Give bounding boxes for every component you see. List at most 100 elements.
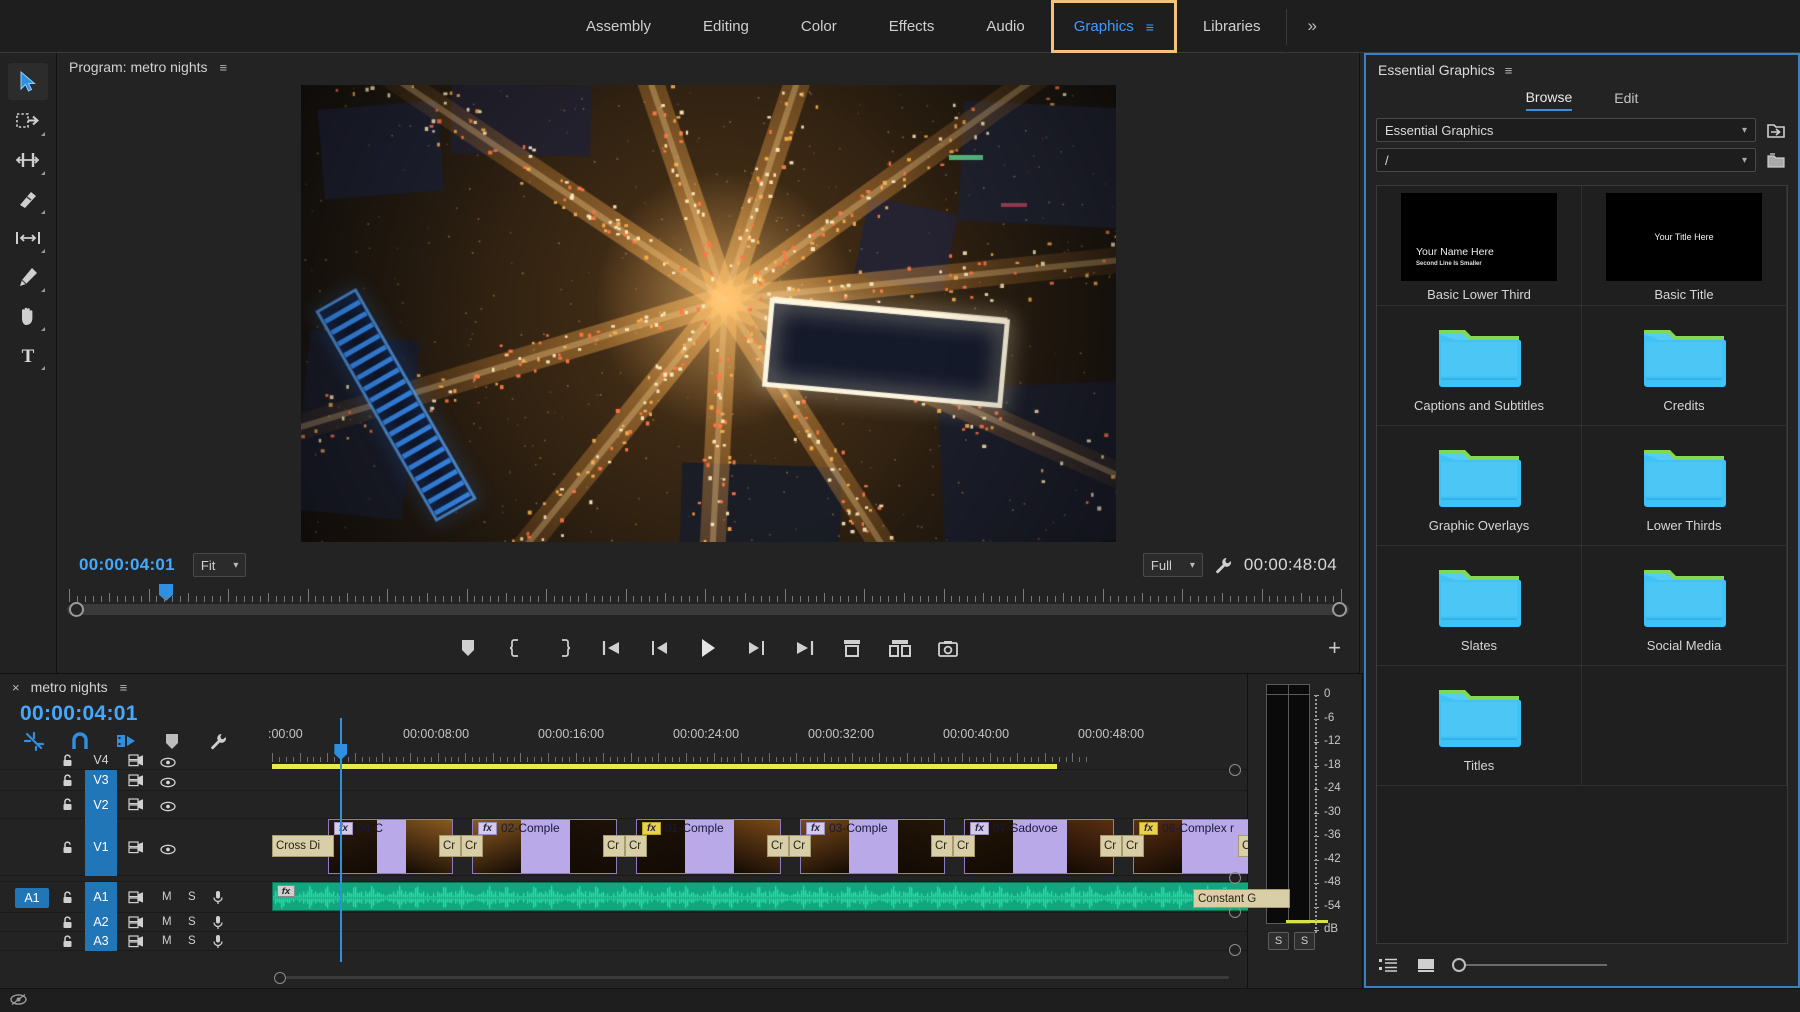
- eg-item-lower-thirds[interactable]: Lower Thirds: [1582, 426, 1787, 546]
- audio-clip-fx-badge[interactable]: fx: [277, 885, 295, 897]
- add-marker-icon[interactable]: [160, 730, 184, 752]
- eg-item-basic-lower-third[interactable]: Your Name HereSecond Line Is SmallerBasi…: [1377, 186, 1582, 306]
- pen-tool[interactable]: [8, 258, 48, 295]
- thumbnail-zoom-knob[interactable]: [1452, 958, 1466, 972]
- ripple-edit-tool[interactable]: [8, 141, 48, 178]
- snap-toggle-icon[interactable]: [68, 730, 92, 752]
- clip-fx-badge[interactable]: fx: [334, 822, 353, 835]
- sync-lock-icon[interactable]: [128, 891, 144, 909]
- audio-gain-transition[interactable]: Constant G: [1193, 889, 1290, 908]
- scrubber-zoom-handle-right[interactable]: [1332, 602, 1347, 617]
- lock-icon[interactable]: [62, 891, 73, 907]
- track-area-A2[interactable]: [272, 913, 1247, 931]
- mute-button-A2[interactable]: M: [162, 916, 172, 928]
- mark-in-button[interactable]: [502, 634, 530, 662]
- timeline-transition[interactable]: Cr: [603, 835, 625, 857]
- timeline-clip[interactable]: fx04-C: [328, 819, 453, 874]
- sync-lock-icon[interactable]: [128, 798, 144, 816]
- track-height-handle[interactable]: [1229, 764, 1241, 776]
- export-frame-button[interactable]: [934, 634, 962, 662]
- timeline-audio-clip[interactable]: fx Constant G: [272, 882, 1292, 911]
- track-area-V4[interactable]: [272, 752, 1247, 769]
- timeline-clip[interactable]: fx03-Comple: [800, 819, 945, 874]
- timeline-transition[interactable]: Cr: [1100, 835, 1122, 857]
- eg-item-captions-and-subtitles[interactable]: Captions and Subtitles: [1377, 306, 1582, 426]
- razor-tool[interactable]: [8, 180, 48, 217]
- program-monitor-menu-icon[interactable]: ≡: [220, 60, 228, 75]
- clip-fx-badge[interactable]: fx: [642, 822, 661, 835]
- solo-button-A2[interactable]: S: [188, 916, 196, 928]
- track-area-V3[interactable]: [272, 770, 1247, 790]
- mute-button-A1[interactable]: M: [162, 891, 172, 903]
- voice-over-icon[interactable]: [212, 934, 224, 954]
- lock-icon[interactable]: [62, 916, 73, 932]
- timeline-clip[interactable]: fx02-Comple: [472, 819, 617, 874]
- wrench-icon[interactable]: [1215, 557, 1232, 574]
- linked-selection-toggle-icon[interactable]: [114, 730, 138, 752]
- sync-lock-icon[interactable]: [128, 841, 144, 859]
- scrubber-playhead[interactable]: [159, 584, 173, 601]
- track-area-A1[interactable]: fxConstant G: [272, 882, 1247, 912]
- lock-icon[interactable]: [62, 798, 73, 814]
- play-stop-button[interactable]: [694, 634, 722, 662]
- track-output-eye-icon[interactable]: [160, 775, 176, 793]
- timeline-transition[interactable]: Cross Di: [272, 835, 334, 857]
- type-tool[interactable]: T: [8, 336, 48, 373]
- timeline-transition[interactable]: Cr: [461, 835, 483, 857]
- timeline-transition[interactable]: Cr: [953, 835, 975, 857]
- clip-fx-badge[interactable]: fx: [806, 822, 825, 835]
- selection-tool[interactable]: [8, 63, 48, 100]
- track-name-A3[interactable]: A3: [85, 932, 117, 951]
- add-marker-button[interactable]: [454, 634, 482, 662]
- track-name-V3[interactable]: V3: [85, 770, 117, 791]
- track-name-V2[interactable]: V2: [85, 791, 117, 819]
- workspace-tab-audio[interactable]: Audio: [960, 0, 1050, 53]
- timeline-clip[interactable]: fx07-Sadovoe: [964, 819, 1114, 874]
- track-height-handle[interactable]: [1229, 944, 1241, 956]
- install-mogrt-icon[interactable]: [1764, 119, 1788, 141]
- timeline-clip[interactable]: fx01-Comple: [636, 819, 781, 874]
- zoom-level-select[interactable]: Fit ▾: [193, 553, 246, 577]
- lock-icon[interactable]: [62, 935, 73, 951]
- workspace-tab-assembly[interactable]: Assembly: [560, 0, 677, 53]
- playback-resolution-select[interactable]: Full ▾: [1143, 553, 1203, 577]
- eg-item-basic-title[interactable]: Your Title HereBasic Title: [1582, 186, 1787, 306]
- solo-button-A3[interactable]: S: [188, 935, 196, 947]
- lock-icon[interactable]: [62, 841, 73, 857]
- workspace-tab-color[interactable]: Color: [775, 0, 863, 53]
- eg-item-credits[interactable]: Credits: [1582, 306, 1787, 426]
- track-name-V1[interactable]: V1: [85, 819, 117, 876]
- track-output-eye-icon[interactable]: [160, 842, 176, 860]
- visibility-icon[interactable]: [10, 993, 27, 1011]
- workspace-overflow-button[interactable]: »: [1287, 0, 1336, 53]
- program-monitor-video[interactable]: [301, 85, 1116, 542]
- track-area-A3[interactable]: [272, 932, 1247, 950]
- timeline-settings-wrench-icon[interactable]: [206, 730, 230, 752]
- extract-button[interactable]: [886, 634, 914, 662]
- timeline-transition[interactable]: Cr: [767, 835, 789, 857]
- scrubber-zoom-handle-left[interactable]: [69, 602, 84, 617]
- track-output-eye-icon[interactable]: [160, 799, 176, 817]
- eg-item-slates[interactable]: Slates: [1377, 546, 1582, 666]
- program-duration-timecode[interactable]: 00:00:48:04: [1244, 555, 1337, 575]
- timeline-transition[interactable]: Cr: [931, 835, 953, 857]
- slip-tool[interactable]: [8, 219, 48, 256]
- path-select[interactable]: / ▾: [1376, 148, 1756, 172]
- timeline-transition[interactable]: Cr: [789, 835, 811, 857]
- timeline-menu-icon[interactable]: ≡: [120, 680, 128, 695]
- timeline-horizontal-scrollbar[interactable]: [286, 976, 1229, 979]
- timeline-scrollbar-handle[interactable]: [274, 972, 286, 984]
- list-view-icon[interactable]: [1376, 954, 1400, 976]
- program-current-timecode[interactable]: 00:00:04:01: [79, 555, 175, 575]
- eg-item-graphic-overlays[interactable]: Graphic Overlays: [1377, 426, 1582, 546]
- track-name-A1[interactable]: A1: [85, 882, 117, 913]
- timeline-transition[interactable]: Cr: [1122, 835, 1144, 857]
- workspace-tab-menu-icon[interactable]: ≡: [1146, 19, 1154, 35]
- track-select-forward-tool[interactable]: [8, 102, 48, 139]
- thumbnail-zoom-slider[interactable]: [1452, 958, 1607, 972]
- sync-lock-icon[interactable]: [128, 916, 144, 934]
- track-name-V4[interactable]: V4: [85, 753, 117, 767]
- track-area-V2[interactable]: [272, 791, 1247, 818]
- timeline-transition[interactable]: Cr: [625, 835, 647, 857]
- clip-fx-badge[interactable]: fx: [970, 822, 989, 835]
